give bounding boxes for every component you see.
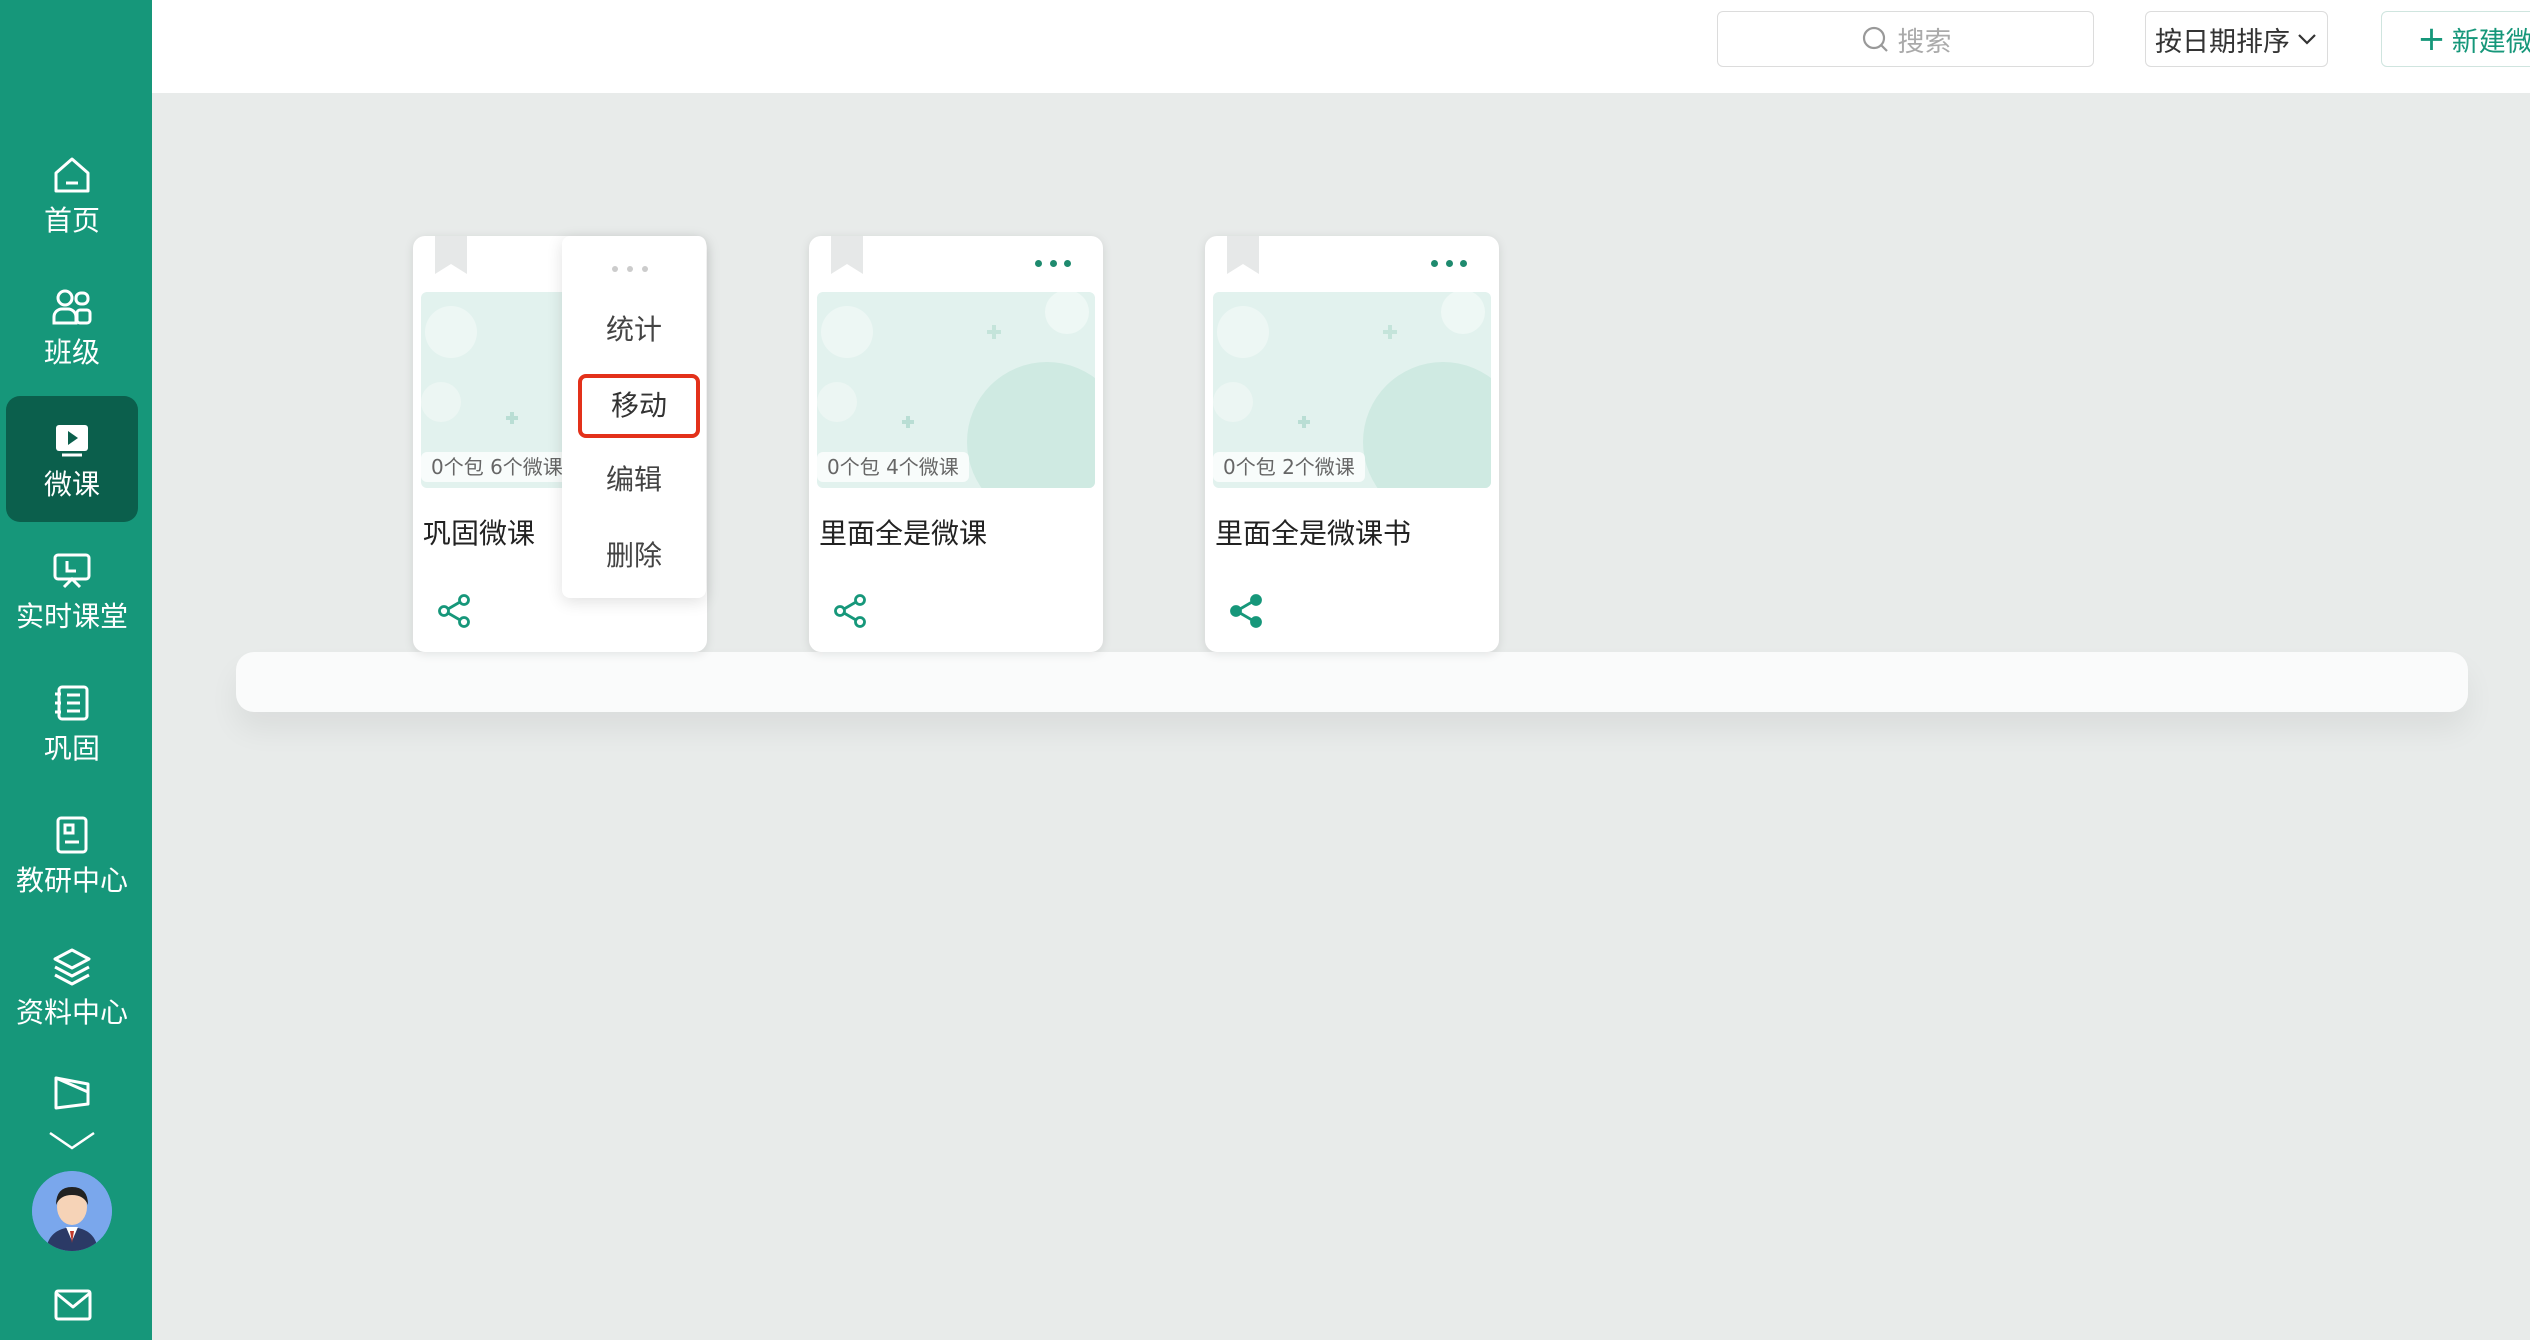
top-bar: 搜索 按日期排序 + 新建微课包 — [152, 0, 2530, 93]
sidebar-item-class[interactable]: 班级 — [6, 264, 138, 390]
card-count: 0个包 6个微课 — [421, 452, 573, 482]
search-input[interactable]: 搜索 — [1717, 11, 2094, 67]
video-icon — [56, 425, 88, 457]
package-card[interactable]: 0个包 2个微课 里面全是微课书 — [1205, 236, 1499, 652]
sidebar-item-consolidate[interactable]: 巩固 — [6, 660, 138, 786]
bookmark-icon — [1227, 236, 1259, 274]
more-menu-button[interactable] — [1431, 258, 1467, 268]
search-icon — [1862, 26, 1888, 52]
bookmark-icon — [831, 236, 863, 274]
search-placeholder: 搜索 — [1897, 26, 1952, 58]
chevron-down-icon — [2298, 34, 2316, 45]
dot — [1431, 259, 1438, 267]
home-icon — [54, 157, 90, 193]
sidebar-item-microlesson[interactable]: 微课 — [6, 396, 138, 522]
dot — [612, 266, 618, 272]
card-context-menu: 统计 移动 编辑 删除 — [562, 236, 706, 598]
list-icon — [55, 685, 89, 721]
sidebar-item-home[interactable]: 首页 — [6, 132, 138, 258]
dot — [642, 266, 648, 272]
avatar[interactable] — [32, 1171, 112, 1251]
menu-item-delete[interactable]: 删除 — [562, 524, 706, 588]
users-icon — [52, 289, 92, 325]
book-icon — [56, 816, 88, 854]
user-avatar-icon — [32, 1171, 112, 1251]
sidebar-item-label: 首页 — [43, 204, 100, 237]
card-title: 里面全是微课 — [819, 517, 988, 550]
sort-label: 按日期排序 — [2155, 26, 2290, 58]
sidebar-item-label: 班级 — [43, 336, 100, 369]
layers-icon — [53, 948, 91, 986]
sidebar: 首页 班级 微课 实时课堂 巩固 教研中心 资料中心 — [0, 0, 152, 1340]
bookmark-icon — [435, 236, 467, 274]
sort-dropdown[interactable]: 按日期排序 — [2145, 11, 2328, 67]
sidebar-item-label: 实时课堂 — [15, 600, 128, 633]
send-icon — [54, 1076, 90, 1110]
sidebar-item-more[interactable] — [6, 1062, 138, 1122]
sidebar-item-resources[interactable]: 资料中心 — [6, 924, 138, 1050]
sidebar-item-live-class[interactable]: 实时课堂 — [6, 528, 138, 654]
chevron-down-icon[interactable] — [47, 1128, 97, 1154]
more-menu-button[interactable] — [612, 266, 648, 274]
share-icon[interactable] — [435, 592, 473, 630]
new-package-button[interactable]: + 新建微课包 — [2381, 11, 2530, 67]
card-count: 0个包 2个微课 — [1213, 452, 1365, 482]
menu-item-edit[interactable]: 编辑 — [562, 448, 706, 512]
new-package-label: 新建微课包 — [2451, 26, 2530, 58]
dot — [1064, 259, 1071, 267]
sidebar-item-label: 巩固 — [43, 732, 100, 765]
mail-icon[interactable] — [53, 1288, 93, 1322]
shelf — [236, 652, 2468, 712]
card-title: 巩固微课 — [423, 517, 536, 550]
share-icon[interactable] — [1227, 592, 1265, 630]
dot — [1035, 259, 1042, 267]
plus-icon: + — [2417, 19, 2446, 59]
sidebar-item-label: 教研中心 — [15, 864, 128, 897]
sidebar-item-research[interactable]: 教研中心 — [6, 792, 138, 918]
package-card[interactable]: 0个包 4个微课 里面全是微课 — [809, 236, 1103, 652]
classroom-icon — [53, 553, 91, 589]
dot — [1049, 259, 1057, 267]
share-icon[interactable] — [831, 592, 869, 630]
dot — [627, 266, 633, 272]
sidebar-item-label: 微课 — [43, 468, 100, 501]
sidebar-item-label: 资料中心 — [15, 996, 128, 1029]
more-menu-button[interactable] — [1035, 258, 1071, 268]
menu-item-move[interactable]: 移动 — [578, 374, 700, 438]
dot — [1460, 259, 1467, 267]
menu-item-stats[interactable]: 统计 — [562, 298, 706, 362]
card-title: 里面全是微课书 — [1215, 517, 1412, 550]
card-count: 0个包 4个微课 — [817, 452, 969, 482]
dot — [1445, 259, 1453, 267]
